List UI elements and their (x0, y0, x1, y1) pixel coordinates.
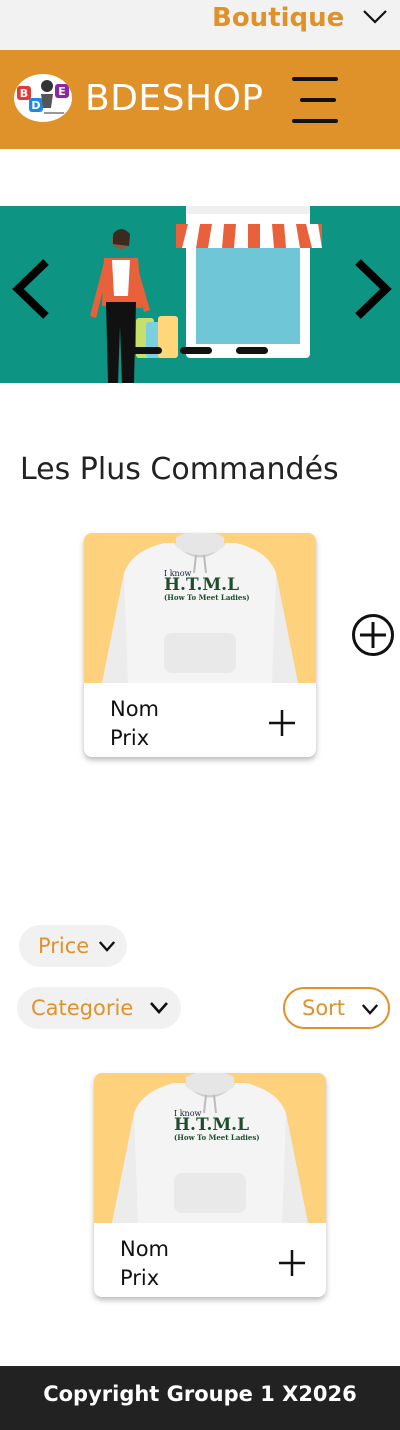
category-filter-label: Categorie (31, 996, 134, 1020)
chevron-down-icon (98, 941, 116, 952)
site-footer: Copyright Groupe 1 X2026 (0, 1366, 400, 1430)
product-price: Prix (120, 1266, 160, 1290)
add-circle-icon[interactable] (351, 613, 395, 657)
sort-label: Sort (302, 996, 346, 1020)
hoodie-image (102, 533, 298, 683)
svg-text:B: B (20, 87, 28, 100)
category-filter-button[interactable]: Categorie (17, 987, 181, 1029)
shirt-text-line2: H.T.M.L (174, 1115, 250, 1135)
svg-text:D: D (31, 99, 40, 112)
bde-logo[interactable]: B D E (14, 74, 72, 122)
chevron-down-icon (361, 1004, 379, 1015)
carousel-next-arrow-icon[interactable] (350, 256, 394, 322)
brand-name[interactable]: BDESHOP (85, 78, 264, 119)
logo-icon: B D E (17, 80, 69, 114)
add-to-cart-plus-icon[interactable] (278, 1249, 306, 1277)
featured-product-card[interactable]: I know H.T.M.L (How To Meet Ladies) Nom … (84, 533, 316, 757)
hoodie-image (112, 1073, 308, 1223)
boutique-menu-label[interactable]: Boutique (212, 3, 344, 33)
product-image[interactable]: I know H.T.M.L (How To Meet Ladies) (94, 1073, 326, 1223)
carousel-indicators (130, 347, 270, 357)
product-price: Prix (110, 726, 150, 750)
svg-text:E: E (58, 85, 66, 98)
product-name: Nom (120, 1237, 170, 1261)
copyright-text: Copyright Groupe 1 X2026 (43, 1382, 357, 1406)
shirt-text-line3: (How To Meet Ladies) (174, 1133, 260, 1142)
shirt-text-line3: (How To Meet Ladies) (164, 593, 250, 602)
chevron-down-icon (150, 1002, 168, 1014)
carousel-dot[interactable] (180, 347, 212, 354)
sort-button[interactable]: Sort (283, 987, 390, 1029)
carousel-dot[interactable] (130, 347, 162, 354)
shirt-text-line2: H.T.M.L (164, 575, 240, 595)
price-filter-label: Price (38, 934, 90, 958)
chevron-down-icon[interactable] (362, 6, 388, 26)
product-name: Nom (110, 697, 160, 721)
hero-carousel (0, 206, 400, 383)
product-card[interactable]: I know H.T.M.L (How To Meet Ladies) Nom … (94, 1073, 326, 1297)
section-title: Les Plus Commandés (20, 452, 339, 487)
site-header: B D E BDESHOP (0, 50, 400, 149)
top-bar: Boutique (0, 0, 400, 50)
price-filter-button[interactable]: Price (19, 925, 127, 967)
add-to-cart-plus-icon[interactable] (268, 709, 296, 737)
product-image[interactable]: I know H.T.M.L (How To Meet Ladies) (84, 533, 316, 683)
carousel-dot[interactable] (236, 347, 268, 354)
carousel-prev-arrow-icon[interactable] (10, 256, 54, 322)
hamburger-menu-icon[interactable] (290, 77, 338, 125)
